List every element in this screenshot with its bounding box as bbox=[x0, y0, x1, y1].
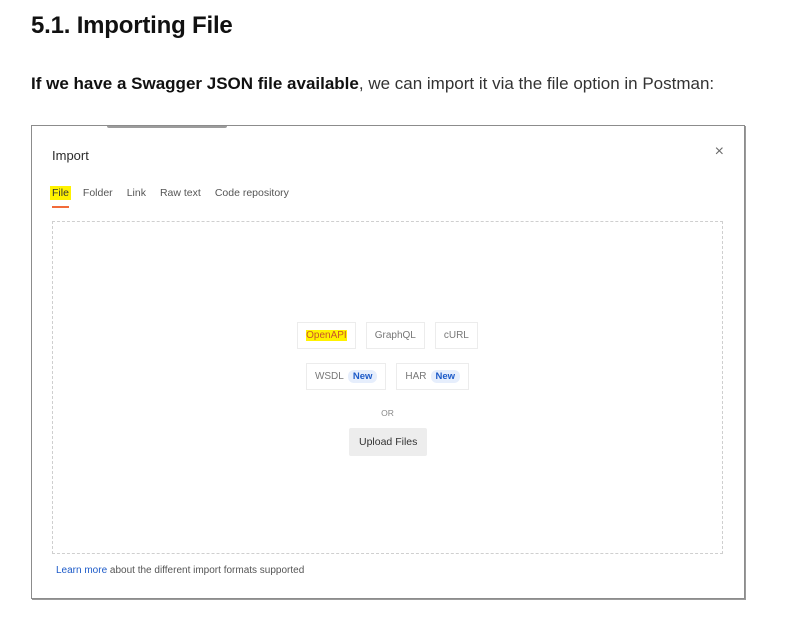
tab-code-repository[interactable]: Code repository bbox=[213, 186, 291, 200]
background-edge-mark bbox=[744, 331, 745, 341]
format-label: OpenAPI bbox=[306, 330, 347, 341]
intro-rest: , we can import it via the file option i… bbox=[358, 74, 715, 93]
tab-folder[interactable]: Folder bbox=[81, 186, 115, 200]
file-drop-zone[interactable]: OpenAPI GraphQL cURL WSDL New HAR New OR U… bbox=[52, 221, 723, 554]
format-openapi-button[interactable]: OpenAPI bbox=[297, 322, 356, 349]
learn-more-link[interactable]: Learn more bbox=[56, 565, 107, 576]
tab-link[interactable]: Link bbox=[125, 186, 148, 200]
format-label: HAR bbox=[405, 371, 427, 382]
learn-more-text: Learn more about the different import fo… bbox=[56, 565, 304, 576]
intro-paragraph: If we have a Swagger JSON file available… bbox=[31, 74, 714, 94]
format-row-2: WSDL New HAR New bbox=[53, 363, 722, 390]
format-label: WSDL bbox=[314, 371, 344, 382]
tab-file[interactable]: File bbox=[50, 186, 71, 208]
or-divider: OR bbox=[381, 408, 394, 418]
format-curl-button[interactable]: cURL bbox=[434, 322, 478, 349]
format-label: GraphQL bbox=[374, 330, 416, 341]
tab-raw-text[interactable]: Raw text bbox=[158, 186, 203, 200]
format-graphql-button[interactable]: GraphQL bbox=[365, 322, 425, 349]
format-wsdl-button[interactable]: WSDL New bbox=[305, 363, 387, 390]
upload-files-button[interactable]: Upload Files bbox=[349, 428, 428, 456]
learn-more-rest: about the different import formats suppo… bbox=[107, 565, 305, 576]
background-edge-mark bbox=[744, 266, 745, 276]
new-badge: New bbox=[347, 370, 378, 383]
new-badge: New bbox=[430, 370, 461, 383]
background-edge-mark bbox=[744, 298, 745, 308]
close-icon[interactable]: × bbox=[715, 144, 724, 160]
background-edge-mark bbox=[744, 161, 745, 171]
import-tabs: File Folder Link Raw text Code repositor… bbox=[50, 186, 291, 208]
postman-import-screenshot: Import × File Folder Link Raw text Code … bbox=[31, 125, 745, 599]
background-window-fragment bbox=[107, 126, 227, 128]
background-edge-mark bbox=[744, 234, 745, 244]
format-har-button[interactable]: HAR New bbox=[396, 363, 470, 390]
intro-bold: If we have a Swagger JSON file available bbox=[31, 74, 359, 93]
dialog-title: Import bbox=[52, 148, 89, 163]
format-row-1: OpenAPI GraphQL cURL bbox=[53, 322, 722, 349]
background-edge-mark bbox=[744, 198, 745, 208]
format-label: cURL bbox=[443, 330, 469, 341]
section-heading: 5.1. Importing File bbox=[31, 12, 233, 39]
